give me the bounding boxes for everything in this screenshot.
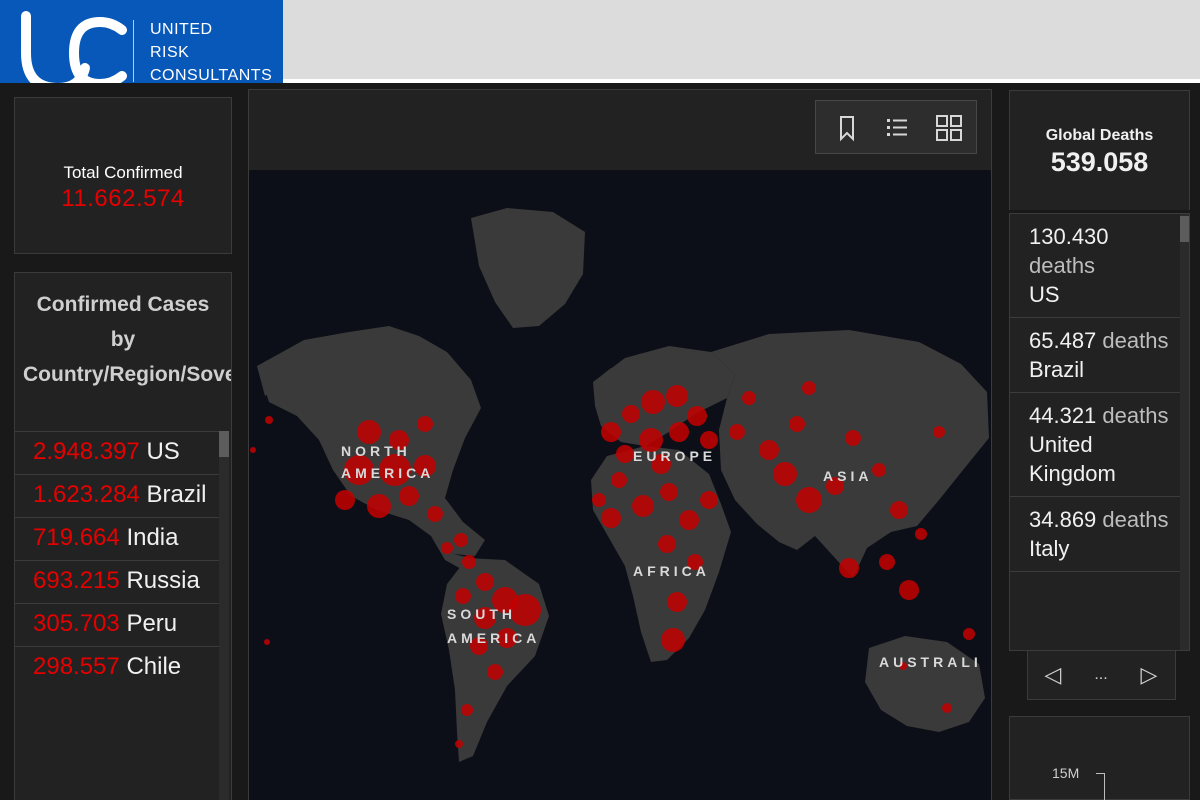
dashboard: Total Confirmed 11.662.574 Confirmed Cas… — [0, 83, 1200, 800]
deaths-list-scrollbar[interactable] — [1180, 214, 1189, 650]
logo-line-united: UNITED — [150, 21, 213, 38]
chevron-left-icon: ◁ — [1044, 662, 1062, 687]
cases-trend-chart-panel: 15M — [1009, 716, 1190, 800]
list-item[interactable]: 719.664 India — [15, 517, 219, 560]
death-count: 130.430 — [1029, 224, 1109, 249]
country-list-scrollbar[interactable] — [219, 431, 229, 800]
label-africa: AFRICA — [633, 563, 710, 579]
map-panel: NORTH AMERICA EUROPE ASIA AFRICA SOUTH A… — [248, 89, 992, 800]
basemap-gallery-button[interactable] — [932, 111, 966, 145]
scrollbar-thumb[interactable] — [1180, 216, 1189, 242]
label-north-america: NORTH AMERICA — [341, 440, 434, 484]
case-count: 1.623.284 — [33, 481, 140, 508]
basemap-gallery-icon — [936, 115, 962, 141]
chart-y-tick-mark — [1096, 773, 1104, 774]
label-asia: ASIA — [823, 468, 873, 484]
logo-text: UNITED RISK CONSULTANTS — [150, 18, 272, 87]
confirmed-by-country-title: Confirmed Cases by Country/Region/Sovere… — [23, 293, 232, 386]
world-map-graphic — [250, 208, 989, 762]
total-confirmed-label: Total Confirmed — [63, 163, 183, 182]
label-south-america-line1: SOUTH — [447, 606, 516, 622]
next-page-button[interactable]: ▷ — [1134, 659, 1164, 691]
legend-button[interactable] — [880, 111, 914, 145]
scrollbar-thumb[interactable] — [219, 431, 229, 457]
death-count: 65.487 — [1029, 328, 1097, 353]
dashboard-screenshot: UNITED RISK CONSULTANTS Total Confirmed … — [0, 0, 1200, 800]
case-count: 298.557 — [33, 653, 120, 680]
death-unit: deaths — [1102, 403, 1169, 428]
case-count: 2.948.397 — [33, 438, 140, 465]
greenland-land — [471, 208, 585, 328]
death-unit: deaths — [1102, 328, 1169, 353]
total-confirmed-value: 11.662.574 — [61, 185, 185, 212]
global-deaths-panel: Global Deaths 539.058 — [1009, 90, 1190, 210]
country-name: US — [1029, 282, 1060, 307]
logo-divider — [133, 20, 134, 82]
list-item[interactable]: 305.703 Peru — [15, 603, 219, 646]
chart-y-axis — [1104, 773, 1105, 800]
list-item[interactable]: 44.321 deaths United Kingdom — [1010, 393, 1181, 497]
country-list: 2.948.397 US 1.623.284 Brazil 719.664 In… — [15, 431, 219, 689]
prev-page-button[interactable]: ◁ — [1038, 659, 1068, 691]
chart-y-tick-label: 15M — [1052, 765, 1080, 781]
chevron-right-icon: ▷ — [1140, 662, 1158, 687]
legend-list-icon — [887, 119, 907, 136]
bookmark-button[interactable] — [830, 111, 864, 145]
south-america-land — [441, 558, 549, 762]
list-item[interactable]: 34.869 deaths Italy — [1010, 497, 1181, 572]
total-confirmed-panel: Total Confirmed 11.662.574 — [14, 97, 232, 254]
australia-land — [865, 636, 985, 732]
label-south-america: SOUTH AMERICA — [447, 602, 540, 650]
country-name: Peru — [126, 610, 178, 637]
logo-line-risk: RISK — [150, 44, 190, 61]
list-item[interactable]: 1.623.284 Brazil — [15, 474, 219, 517]
page-indicator: ... — [1094, 666, 1108, 683]
confirmed-by-country-panel: Confirmed Cases by Country/Region/Sovere… — [14, 272, 232, 800]
list-item[interactable]: 2.948.397 US — [15, 431, 219, 474]
country-name: US — [146, 438, 180, 465]
country-name: India — [126, 524, 179, 551]
country-name: Russia — [126, 567, 200, 594]
global-deaths-label: Global Deaths — [1045, 127, 1154, 144]
label-europe: EUROPE — [633, 448, 717, 464]
country-name: Italy — [1029, 536, 1070, 561]
label-south-america-line2: AMERICA — [447, 630, 541, 646]
bookmark-icon — [840, 116, 854, 142]
case-count: 719.664 — [33, 524, 120, 551]
country-name: Brazil — [1029, 357, 1085, 382]
death-unit: deaths — [1029, 253, 1096, 278]
list-item[interactable]: 298.557 Chile — [15, 646, 219, 689]
label-australia: AUSTRALI — [879, 654, 982, 670]
label-north-america-line2: AMERICA — [341, 465, 435, 481]
list-item[interactable]: 693.215 Russia — [15, 560, 219, 603]
country-name: United Kingdom — [1029, 432, 1116, 486]
case-count: 305.703 — [33, 610, 120, 637]
map-toolbar — [815, 100, 977, 154]
label-north-america-line1: NORTH — [341, 443, 411, 459]
global-deaths-value: 539.058 — [1050, 147, 1149, 177]
deaths-by-country-list: 130.430 deaths US 65.487 deaths Brazil 4… — [1009, 213, 1190, 651]
world-map[interactable]: NORTH AMERICA EUROPE ASIA AFRICA SOUTH A… — [249, 170, 991, 800]
death-count: 44.321 — [1029, 403, 1097, 428]
case-count: 693.215 — [33, 567, 120, 594]
death-unit: deaths — [1102, 507, 1169, 532]
death-count: 34.869 — [1029, 507, 1097, 532]
country-name: Brazil — [146, 481, 207, 508]
list-item[interactable]: 65.487 deaths Brazil — [1010, 318, 1181, 393]
deaths-pager: ◁ ... ▷ — [1027, 650, 1176, 700]
list-item[interactable]: 130.430 deaths US — [1010, 214, 1181, 318]
country-name: Chile — [126, 653, 182, 680]
